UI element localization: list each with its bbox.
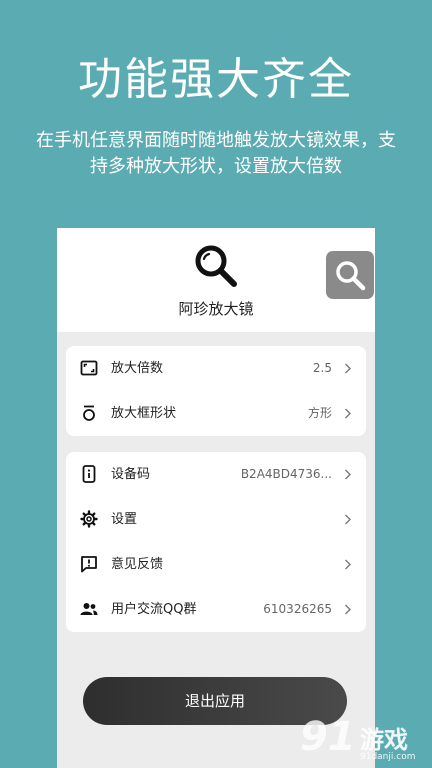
settings-card-general: 设备码 B2A4BD4736... 设置 意见反馈 用户交流QQ群 610326… [66,452,366,632]
row-feedback[interactable]: 意见反馈 [66,542,366,587]
chevron-right-icon [345,363,351,374]
row-device-code[interactable]: 设备码 B2A4BD4736... [66,452,366,497]
row-label: 设备码 [111,467,151,482]
magnifier-icon [336,261,366,291]
shape-icon [83,405,95,421]
chevron-right-icon [345,469,351,480]
row-label: 放大倍数 [111,361,164,376]
row-label: 意见反馈 [111,557,164,572]
row-settings[interactable]: 设置 [66,497,366,542]
row-shape[interactable]: 放大框形状 方形 [66,391,366,436]
row-label: 用户交流QQ群 [111,602,197,617]
device-icon [82,465,96,483]
watermark-text: 游戏 [360,726,408,754]
settings-card-magnify: 放大倍数 2.5 放大框形状 方形 [66,346,366,436]
magnifier-icon [195,245,237,287]
watermark-number: 91 [300,714,356,760]
frame-icon [80,360,98,376]
feedback-icon [81,556,97,573]
row-label: 放大框形状 [111,406,177,421]
row-zoom-level[interactable]: 放大倍数 2.5 [66,346,366,391]
row-value: 610326265 [263,602,332,616]
chevron-right-icon [345,604,351,615]
row-value: 2.5 [312,361,332,375]
app-screen: 阿珍放大镜 放大倍数 2.5 放大框形状 方形 设备码 B2A4BD4736..… [57,228,375,768]
row-label: 设置 [111,512,138,527]
row-value: B2A4BD4736... [240,467,332,481]
watermark-url: 91danji.com [360,752,416,762]
row-qq-group[interactable]: 用户交流QQ群 610326265 [66,587,366,632]
chevron-right-icon [345,559,351,570]
promo-title: 功能强大齐全 [78,54,354,105]
row-value: 方形 [307,406,332,420]
floating-magnifier-button[interactable] [326,251,374,299]
promo-subtitle: 在手机任意界面随时随地触发放大镜效果，支持多种放大形状，设置放大倍数 [36,130,396,177]
group-icon [80,603,98,615]
chevron-right-icon [345,408,351,419]
gear-icon [80,510,98,528]
chevron-right-icon [345,514,351,525]
site-watermark: 91 游戏 91danji.com [296,714,432,768]
app-name: 阿珍放大镜 [178,300,254,318]
